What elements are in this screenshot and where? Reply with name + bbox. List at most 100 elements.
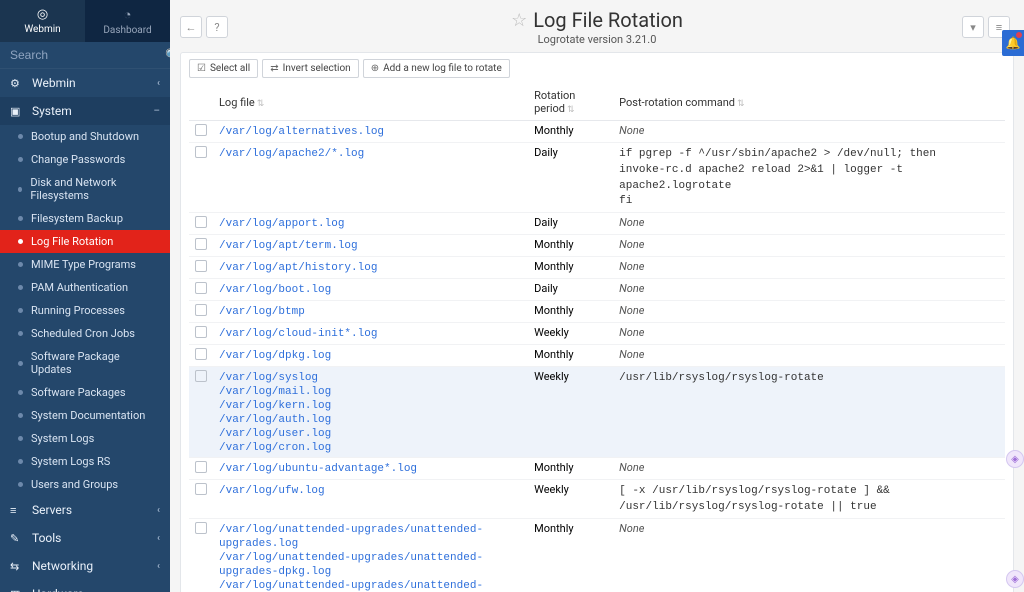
- nav-item-label: Software Packages: [31, 386, 126, 399]
- sort-icon: ⇅: [567, 105, 575, 115]
- logfile-link[interactable]: /var/log/boot.log: [219, 284, 331, 296]
- table-row: /var/log/apt/term.logMonthlyNone: [189, 235, 1005, 257]
- select-all-button[interactable]: ☑Select all: [189, 59, 258, 78]
- category-icon: ▣: [10, 105, 24, 118]
- logfile-link[interactable]: /var/log/auth.log: [219, 414, 331, 426]
- nav-item-running-processes[interactable]: Running Processes: [0, 299, 170, 322]
- col-postcmd[interactable]: Post-rotation command⇅: [613, 84, 1005, 121]
- row-checkbox[interactable]: [195, 260, 207, 272]
- nav-item-disk-and-network-filesystems[interactable]: Disk and Network Filesystems: [0, 171, 170, 207]
- logfile-link[interactable]: /var/log/apt/history.log: [219, 262, 377, 274]
- row-checkbox[interactable]: [195, 483, 207, 495]
- row-checkbox[interactable]: [195, 326, 207, 338]
- nav-item-users-and-groups[interactable]: Users and Groups: [0, 473, 170, 496]
- nav-item-software-package-updates[interactable]: Software Package Updates: [0, 345, 170, 381]
- nav-item-change-passwords[interactable]: Change Passwords: [0, 148, 170, 171]
- logfile-link[interactable]: /var/log/mail.log: [219, 386, 331, 398]
- table-row: /var/log/btmpMonthlyNone: [189, 301, 1005, 323]
- nav-dot-icon: [18, 187, 22, 192]
- logfile-link[interactable]: /var/log/cron.log: [219, 442, 331, 454]
- nav-category-networking[interactable]: ⇆Networking‹: [0, 552, 170, 580]
- logfile-link[interactable]: /var/log/apache2/*.log: [219, 148, 364, 160]
- logfile-link[interactable]: /var/log/ubuntu-advantage*.log: [219, 463, 417, 475]
- tab-webmin[interactable]: ◎ Webmin: [0, 0, 85, 42]
- nav-item-bootup-and-shutdown[interactable]: Bootup and Shutdown: [0, 125, 170, 148]
- side-widget-1[interactable]: ◈: [1006, 450, 1024, 468]
- chevron-icon: ‹: [157, 561, 160, 572]
- logfile-link[interactable]: /var/log/unattended-upgrades/unattended-…: [219, 580, 483, 592]
- nav-dot-icon: [18, 157, 23, 162]
- row-checkbox[interactable]: [195, 124, 207, 136]
- category-label: Servers: [32, 503, 72, 517]
- nav-item-label: Software Package Updates: [31, 350, 160, 376]
- logfile-link[interactable]: /var/log/user.log: [219, 428, 331, 440]
- logfile-link[interactable]: /var/log/ufw.log: [219, 485, 325, 497]
- nav-dot-icon: [18, 361, 23, 366]
- invert-selection-button[interactable]: ⇄Invert selection: [262, 59, 358, 78]
- category-icon: ≡: [10, 504, 24, 517]
- period-cell: Monthly: [528, 121, 613, 143]
- logfile-link[interactable]: /var/log/apport.log: [219, 218, 344, 230]
- nav-dot-icon: [18, 331, 23, 336]
- nav-item-mime-type-programs[interactable]: MIME Type Programs: [0, 253, 170, 276]
- nav-item-pam-authentication[interactable]: PAM Authentication: [0, 276, 170, 299]
- period-cell: Daily: [528, 213, 613, 235]
- period-cell: Monthly: [528, 301, 613, 323]
- row-checkbox[interactable]: [195, 522, 207, 534]
- logfile-link[interactable]: /var/log/kern.log: [219, 400, 331, 412]
- logfile-link[interactable]: /var/log/unattended-upgrades/unattended-…: [219, 524, 483, 550]
- logfile-link[interactable]: /var/log/alternatives.log: [219, 126, 384, 138]
- nav: ⚙Webmin‹▣System–Bootup and ShutdownChang…: [0, 69, 170, 592]
- row-checkbox[interactable]: [195, 238, 207, 250]
- notifications-button[interactable]: 🔔: [1002, 30, 1024, 56]
- nav-category-hardware[interactable]: ▥Hardware‹: [0, 580, 170, 592]
- logfile-link[interactable]: /var/log/unattended-upgrades/unattended-…: [219, 552, 483, 578]
- chevron-icon: ‹: [157, 505, 160, 516]
- row-checkbox[interactable]: [195, 461, 207, 473]
- chevron-icon: ‹: [157, 533, 160, 544]
- notification-dot: [1016, 32, 1022, 38]
- add-log-button[interactable]: ⊕Add a new log file to rotate: [363, 59, 510, 78]
- row-checkbox[interactable]: [195, 348, 207, 360]
- nav-dot-icon: [18, 459, 23, 464]
- nav-item-log-file-rotation[interactable]: Log File Rotation: [0, 230, 170, 253]
- search-input[interactable]: [10, 48, 165, 62]
- col-period[interactable]: Rotation period⇅: [528, 84, 613, 121]
- nav-item-filesystem-backup[interactable]: Filesystem Backup: [0, 207, 170, 230]
- logfile-link[interactable]: /var/log/cloud-init*.log: [219, 328, 377, 340]
- nav-category-webmin[interactable]: ⚙Webmin‹: [0, 69, 170, 97]
- nav-item-system-logs-rs[interactable]: System Logs RS: [0, 450, 170, 473]
- row-checkbox[interactable]: [195, 304, 207, 316]
- row-checkbox[interactable]: [195, 216, 207, 228]
- nav-category-system[interactable]: ▣System–: [0, 97, 170, 125]
- filter-button[interactable]: ▾: [962, 16, 984, 38]
- logfile-link[interactable]: /var/log/apt/term.log: [219, 240, 358, 252]
- back-button[interactable]: ←: [180, 16, 202, 38]
- logfile-link[interactable]: /var/log/dpkg.log: [219, 350, 331, 362]
- help-button[interactable]: ?: [206, 16, 228, 38]
- side-widget-2[interactable]: ◈: [1006, 570, 1024, 588]
- nav-item-scheduled-cron-jobs[interactable]: Scheduled Cron Jobs: [0, 322, 170, 345]
- nav-category-tools[interactable]: ✎Tools‹: [0, 524, 170, 552]
- postcmd-cell: None: [613, 345, 1005, 367]
- period-cell: Monthly: [528, 345, 613, 367]
- row-checkbox[interactable]: [195, 282, 207, 294]
- postcmd-cell: None: [613, 121, 1005, 143]
- row-checkbox[interactable]: [195, 370, 207, 382]
- nav-item-system-logs[interactable]: System Logs: [0, 427, 170, 450]
- nav-dot-icon: [18, 413, 23, 418]
- category-label: Networking: [32, 559, 93, 573]
- logfile-link[interactable]: /var/log/btmp: [219, 306, 305, 318]
- category-label: System: [32, 104, 72, 118]
- tab-dashboard[interactable]: ◔ Dashboard: [85, 0, 170, 42]
- nav-item-system-documentation[interactable]: System Documentation: [0, 404, 170, 427]
- logfile-link[interactable]: /var/log/syslog: [219, 372, 318, 384]
- log-table: Log file⇅ Rotation period⇅ Post-rotation…: [189, 84, 1005, 592]
- favorite-icon[interactable]: ☆: [511, 10, 527, 31]
- col-logfile[interactable]: Log file⇅: [213, 84, 528, 121]
- nav-category-servers[interactable]: ≡ Servers ‹: [0, 496, 170, 524]
- nav-item-software-packages[interactable]: Software Packages: [0, 381, 170, 404]
- nav-item-label: Change Passwords: [31, 153, 125, 166]
- row-checkbox[interactable]: [195, 146, 207, 158]
- postcmd-cell: if pgrep -f ^/usr/sbin/apache2 > /dev/nu…: [613, 143, 1005, 213]
